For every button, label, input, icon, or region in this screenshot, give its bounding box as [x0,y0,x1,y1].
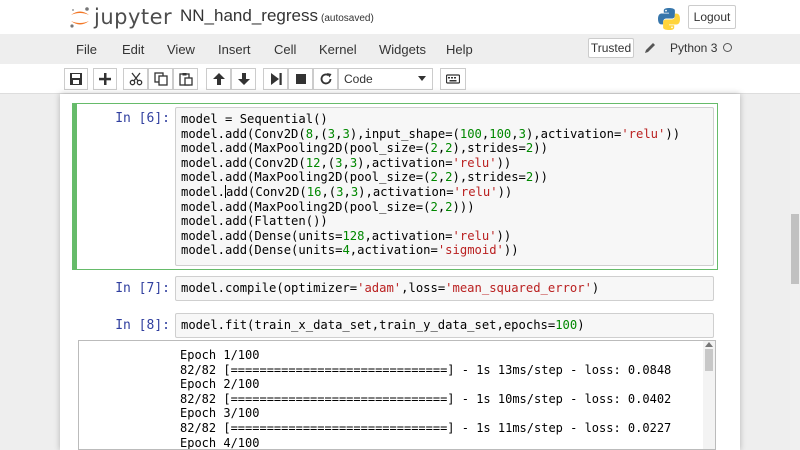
code-text: model = Sequential() model.add(Conv2D(8,… [176,108,713,258]
output-line: 82/82 [==============================] -… [180,420,672,435]
restart-button[interactable] [313,68,338,90]
stop-icon [295,74,306,84]
output-line: Epoch 3/100 [180,406,260,421]
menu-insert[interactable]: Insert [218,42,251,57]
save-button[interactable] [64,68,88,90]
jupyter-logo[interactable]: jupyter [68,5,188,31]
code-line: model = Sequential() [181,112,328,126]
menu-edit[interactable]: Edit [122,42,144,57]
code-line: model.add(Dense(units=4,activation='sigm… [181,243,519,258]
code-line: model.add(MaxPooling2D(pool_size=(2,2),s… [181,141,548,156]
pencil-icon[interactable] [643,41,657,55]
code-line: model.add(MaxPooling2D(pool_size=(2,2))) [181,199,475,214]
keyboard-icon [446,74,460,84]
output-scrollbar[interactable] [703,341,715,449]
paste-icon [178,73,193,86]
autosave-status: (autosaved) [321,13,374,24]
notebook-name[interactable]: NN_hand_regress [180,6,318,26]
arrow-up-icon [212,73,225,85]
code-line: model.add(Flatten()) [181,214,328,229]
code-line: model.add(Conv2D(8,(3,3),input_shape=(10… [181,126,681,141]
code-line: model.add(Conv2D(16,(3,3),activation='re… [181,184,513,199]
code-line: model.compile(optimizer='adam',loss='mea… [181,281,600,295]
code-line: model.add(Dense(units=128,activation='re… [181,228,512,243]
chevron-down-icon [418,76,426,81]
menu-file[interactable]: File [76,42,97,57]
cell-prompt: In [8]: [115,318,170,333]
text-cursor [225,184,227,198]
menu-widgets[interactable]: Widgets [379,42,426,57]
kernel-idle-icon [723,43,732,52]
notebook-scrollbar[interactable] [790,94,800,450]
menu-help[interactable]: Help [446,42,473,57]
notebook-scrollbar-thumb[interactable] [791,214,799,284]
menubar: File Edit View Insert Cell Kernel Widget… [64,38,744,62]
jupyter-logo-icon [70,7,89,28]
jupyter-logo-text: jupyter [94,5,173,29]
output-line: 82/82 [==============================] -… [180,391,672,406]
menu-view[interactable]: View [167,42,195,57]
code-editor[interactable]: model.fit(train_x_data_set,train_y_data_… [175,313,714,338]
save-icon [70,73,82,85]
arrow-down-icon [237,73,250,85]
toolbar: Code [0,64,800,94]
output-text: Epoch 1/100 82/82 [=====================… [79,341,715,450]
code-line: model.add(MaxPooling2D(pool_size=(2,2),s… [181,170,548,185]
scroll-up-icon[interactable] [705,342,713,347]
menu-cell[interactable]: Cell [274,42,296,57]
code-editor[interactable]: model.compile(optimizer='adam',loss='mea… [175,276,714,301]
cell-prompt: In [6]: [115,111,170,126]
cell-output[interactable]: Epoch 1/100 82/82 [=====================… [78,340,716,450]
notebook-header: jupyter NN_hand_regress (autosaved) Logo… [0,0,800,34]
output-line: Epoch 4/100 [180,435,260,450]
kernel-status: Trusted Python 3 [588,38,744,62]
cell-selection-bar [72,103,77,270]
cut-button[interactable] [123,68,148,90]
move-down-button[interactable] [231,68,256,90]
plus-icon [99,73,111,85]
code-text: model.fit(train_x_data_set,train_y_data_… [176,314,713,333]
cell-prompt: In [7]: [115,281,170,296]
output-line: Epoch 1/100 [180,348,260,362]
code-editor[interactable]: model = Sequential() model.add(Conv2D(8,… [175,107,714,266]
output-line: 82/82 [==============================] -… [180,362,672,377]
menu-kernel[interactable]: Kernel [319,42,357,57]
paste-button[interactable] [173,68,198,90]
cell-type-value: Code [344,72,373,86]
kernel-name[interactable]: Python 3 [670,41,717,55]
step-forward-icon [270,73,282,85]
insert-cell-button[interactable] [93,68,117,90]
code-text: model.compile(optimizer='adam',loss='mea… [176,277,713,296]
cut-icon [129,72,142,86]
copy-button[interactable] [148,68,173,90]
interrupt-button[interactable] [288,68,313,90]
restart-icon [320,73,331,85]
python-logo-icon [658,8,680,30]
code-line: model.fit(train_x_data_set,train_y_data_… [181,318,585,332]
move-up-button[interactable] [206,68,231,90]
trusted-badge[interactable]: Trusted [588,38,634,58]
command-palette-button[interactable] [440,68,466,90]
logout-button[interactable]: Logout [688,5,736,29]
code-line: model.add(Conv2D(12,(3,3),activation='re… [181,155,512,170]
run-button[interactable] [263,68,288,90]
copy-icon [153,72,168,86]
cell-type-select[interactable]: Code [338,68,433,90]
output-scrollbar-thumb[interactable] [705,349,713,371]
output-line: Epoch 2/100 [180,377,260,392]
